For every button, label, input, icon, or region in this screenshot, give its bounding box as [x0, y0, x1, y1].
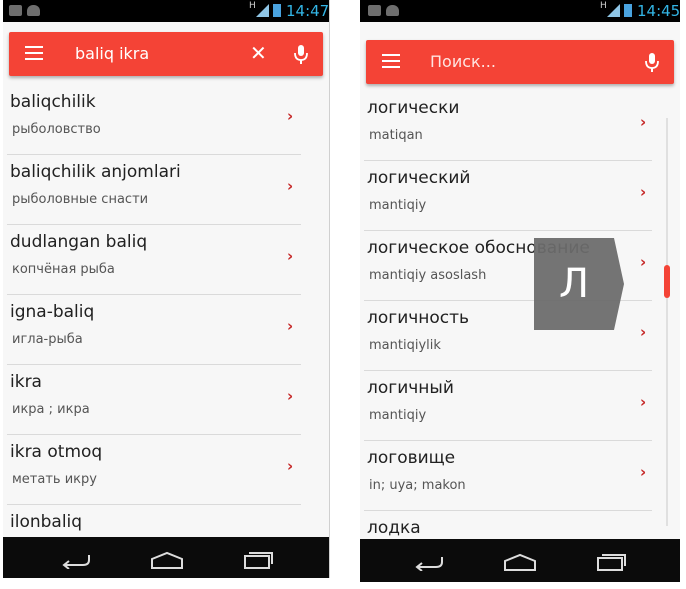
search-bar: ✕ — [9, 32, 323, 76]
clear-icon[interactable]: ✕ — [250, 42, 267, 64]
term-text: dudlangan baliq — [10, 232, 148, 252]
alphabet-index-popup: Л — [534, 238, 624, 330]
list-item[interactable]: dudlangan baliq копчёная рыба › — [3, 225, 329, 295]
right-screen: H 14:45 логически matiqan › логический m… — [360, 0, 680, 582]
microphone-icon[interactable] — [291, 44, 311, 66]
index-letter: Л — [558, 261, 590, 307]
translation-text: mantiqiylik — [369, 338, 441, 353]
home-icon[interactable] — [502, 553, 538, 571]
recent-apps-icon[interactable] — [239, 551, 275, 569]
chevron-right-icon: › — [287, 107, 294, 125]
back-icon[interactable] — [59, 551, 95, 569]
list-item[interactable]: логический mantiqiy › — [360, 161, 680, 231]
list-item[interactable]: igna-baliq игла-рыба › — [3, 295, 329, 365]
chevron-right-icon: › — [640, 393, 647, 411]
term-text: логический — [367, 168, 471, 188]
translation-text: копчёная рыба — [12, 262, 115, 277]
menu-icon[interactable] — [382, 54, 400, 68]
home-icon[interactable] — [149, 551, 185, 569]
translation-text: метать икру — [12, 472, 97, 487]
chevron-right-icon: › — [287, 177, 294, 195]
list-item[interactable]: логичный mantiqiy › — [360, 371, 680, 441]
list-item[interactable]: ikra otmoq метать икру › — [3, 435, 329, 505]
translation-text: in; uya; makon — [369, 478, 466, 493]
chevron-right-icon: › — [640, 183, 647, 201]
chevron-right-icon: › — [287, 317, 294, 335]
battery-icon — [273, 4, 281, 17]
search-input[interactable] — [75, 32, 235, 76]
status-bar: H 14:47 — [3, 0, 329, 22]
navigation-bar — [360, 539, 680, 582]
signal-icon — [256, 4, 269, 17]
chevron-right-icon: › — [640, 253, 647, 271]
term-text: ikra otmoq — [10, 442, 103, 462]
term-text: ilonbaliq — [10, 512, 83, 532]
signal-icon — [607, 4, 620, 17]
network-type-icon: H — [249, 1, 256, 11]
left-screen: H 14:47 ✕ baliqchilik рыболовство › bali… — [3, 0, 330, 578]
gallery-notification-icon — [368, 5, 381, 16]
term-text: baliqchilik — [10, 92, 96, 112]
results-list: baliqchilik рыболовство › baliqchilik an… — [3, 85, 329, 575]
list-item[interactable]: baliqchilik anjomlari рыболовные снасти … — [3, 155, 329, 225]
chevron-right-icon: › — [287, 387, 294, 405]
chevron-right-icon: › — [287, 247, 294, 265]
term-text: логичность — [367, 308, 470, 328]
chevron-right-icon: › — [287, 457, 294, 475]
chevron-right-icon: › — [640, 113, 647, 131]
recent-apps-icon[interactable] — [592, 553, 628, 571]
network-type-icon: H — [600, 1, 607, 11]
gallery-notification-icon — [9, 5, 22, 16]
term-text: лодка — [367, 518, 421, 538]
search-bar — [366, 40, 674, 84]
translation-text: mantiqiy — [369, 198, 427, 213]
android-notification-icon — [27, 5, 40, 16]
list-item[interactable]: логически matiqan › — [360, 91, 680, 161]
navigation-bar — [3, 537, 329, 578]
microphone-icon[interactable] — [642, 52, 662, 74]
translation-text: рыболовство — [12, 122, 101, 137]
status-time: 14:47 — [286, 2, 330, 20]
translation-text: икра ; икра — [12, 402, 90, 417]
list-item[interactable]: baliqchilik рыболовство › — [3, 85, 329, 155]
list-item[interactable]: логичность mantiqiylik › — [360, 301, 680, 371]
list-item[interactable]: логовище in; uya; makon › — [360, 441, 680, 511]
status-bar: H 14:45 — [360, 0, 680, 22]
battery-icon — [624, 4, 632, 17]
android-notification-icon — [386, 5, 399, 16]
scroll-track — [666, 118, 668, 526]
translation-text: mantiqiy asoslash — [369, 268, 487, 283]
list-item[interactable]: логическое обоснование mantiqiy asoslash… — [360, 231, 680, 301]
menu-icon[interactable] — [25, 46, 43, 60]
translation-text: mantiqiy — [369, 408, 427, 423]
translation-text: игла-рыба — [12, 332, 83, 347]
chevron-right-icon: › — [640, 463, 647, 481]
translation-text: рыболовные снасти — [12, 192, 149, 207]
list-item[interactable]: ikra икра ; икра › — [3, 365, 329, 435]
term-text: ikra — [10, 372, 42, 392]
term-text: baliqchilik anjomlari — [10, 162, 181, 182]
term-text: логовище — [367, 448, 456, 468]
term-text: igna-baliq — [10, 302, 95, 322]
results-list: логически matiqan › логический mantiqiy … — [360, 91, 680, 581]
fast-scroll-thumb[interactable] — [664, 265, 670, 298]
term-text: логически — [367, 98, 460, 118]
status-time: 14:45 — [637, 2, 680, 20]
chevron-right-icon: › — [640, 323, 647, 341]
search-input[interactable] — [430, 40, 610, 84]
translation-text: matiqan — [369, 128, 423, 143]
back-icon[interactable] — [412, 553, 448, 571]
term-text: логичный — [367, 378, 454, 398]
